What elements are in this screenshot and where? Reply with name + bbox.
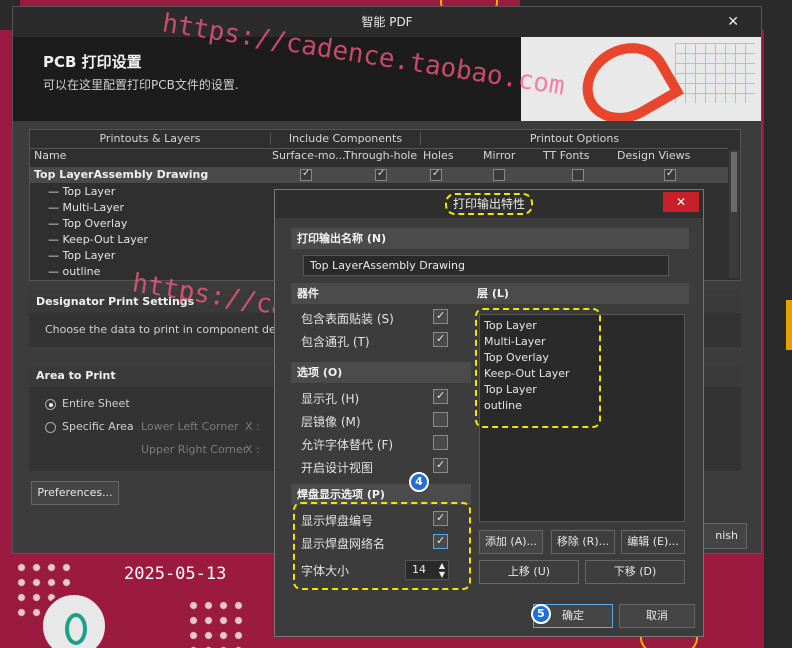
include-th-label: 包含通孔 (T)	[301, 335, 370, 349]
table-column-header: Name Surface-mo... Through-hole Holes Mi…	[30, 149, 728, 166]
x-label: X :	[245, 443, 260, 456]
layers-section-header: 层 (L)	[471, 283, 689, 304]
round-pad	[40, 592, 108, 648]
font-size-value: 14	[412, 563, 426, 576]
layer-name: Top Layer	[62, 185, 116, 198]
font-size-label: 字体大小	[301, 564, 350, 578]
pcb-gold-pad	[786, 300, 792, 350]
checkbox-tt-fonts[interactable]	[572, 169, 584, 181]
preferences-button[interactable]: Preferences...	[31, 481, 119, 505]
step-marker-5: 5	[531, 604, 551, 624]
group-header-printouts: Printouts & Layers	[99, 132, 201, 145]
radio-icon[interactable]	[45, 398, 56, 410]
highlight-box	[475, 308, 601, 428]
close-icon[interactable]: ✕	[727, 7, 739, 37]
include-smd-checkbox[interactable]	[433, 309, 448, 324]
scrollbar-thumb[interactable]	[731, 152, 737, 212]
layer-name: Top Layer	[62, 249, 116, 262]
printout-name-input[interactable]: Top LayerAssembly Drawing	[303, 255, 669, 276]
cancel-button[interactable]: 取消	[619, 604, 695, 628]
checkbox-design-views[interactable]	[664, 168, 676, 181]
table-scrollbar[interactable]	[729, 150, 739, 278]
move-up-button[interactable]: 上移 (U)	[479, 560, 579, 584]
close-icon[interactable]: ✕	[663, 192, 699, 212]
components-section-header: 器件	[291, 283, 471, 304]
pdf-logo-icon	[568, 37, 684, 121]
col-surface-mount[interactable]: Surface-mo...	[272, 149, 346, 162]
font-substitution-label: 允许字体替代 (F)	[301, 438, 394, 452]
pcb-via-grid	[186, 598, 246, 648]
schematic-graphic	[675, 43, 755, 103]
options-section-header: 选项 (O)	[291, 362, 471, 383]
checkbox-through-hole[interactable]	[375, 168, 387, 181]
group-header-options: Printout Options	[420, 132, 728, 145]
add-layer-button[interactable]: 添加 (A)...	[479, 530, 543, 554]
x-label: X :	[245, 420, 260, 433]
stepper-arrows-icon[interactable]: ▲ ▼	[439, 561, 445, 579]
move-down-button[interactable]: 下移 (D)	[585, 560, 685, 584]
checkbox-surface-mount[interactable]	[300, 168, 312, 181]
show-holes-label: 显示孔 (H)	[301, 392, 360, 406]
remove-layer-button[interactable]: 移除 (R)...	[551, 530, 615, 554]
upper-right-label: Upper Right Corner	[141, 443, 248, 456]
col-mirror[interactable]: Mirror	[483, 149, 515, 162]
layer-name: Keep-Out Layer	[62, 233, 149, 246]
show-pad-numbers-label: 显示焊盘编号	[301, 514, 374, 528]
show-pad-numbers-checkbox[interactable]	[433, 511, 448, 526]
col-tt-fonts[interactable]: TT Fonts	[543, 149, 589, 162]
layer-name: Top Overlay	[62, 217, 128, 230]
include-smd-label: 包含表面贴装 (S)	[301, 312, 394, 326]
design-view-label: 开启设计视图	[301, 461, 374, 475]
show-holes-checkbox[interactable]	[433, 389, 448, 404]
props-titlebar: 打印输出特性 ✕	[275, 190, 703, 218]
printout-name: Top LayerAssembly Drawing	[34, 168, 209, 181]
dialog-titlebar: 智能 PDF ✕	[13, 7, 761, 37]
layer-name: Multi-Layer	[62, 201, 125, 214]
group-header-components: Include Components	[270, 132, 420, 145]
col-design-views[interactable]: Design Views	[617, 149, 690, 162]
show-pad-nets-checkbox[interactable]	[433, 534, 448, 549]
pad-zero-icon	[65, 613, 87, 645]
radio-icon[interactable]	[45, 421, 56, 433]
date-label: 2025-05-13	[124, 564, 227, 584]
table-row-root[interactable]: Top LayerAssembly Drawing	[30, 167, 728, 183]
layer-name: outline	[62, 265, 101, 278]
mirror-layers-checkbox[interactable]	[433, 412, 448, 427]
checkbox-mirror[interactable]	[493, 169, 505, 181]
name-section-header: 打印输出名称 (N)	[291, 228, 689, 249]
mirror-layers-label: 层镜像 (M)	[301, 415, 361, 429]
font-substitution-checkbox[interactable]	[433, 435, 448, 450]
lower-left-label: Lower Left Corner	[141, 420, 239, 433]
include-th-checkbox[interactable]	[433, 332, 448, 347]
col-holes[interactable]: Holes	[423, 149, 454, 162]
dialog-title: 智能 PDF	[361, 15, 413, 29]
font-size-stepper[interactable]: 14 ▲ ▼	[405, 560, 449, 580]
design-view-checkbox[interactable]	[433, 458, 448, 473]
show-pad-nets-label: 显示焊盘网络名	[301, 537, 386, 551]
printout-properties-dialog: 打印输出特性 ✕ 打印输出名称 (N) Top LayerAssembly Dr…	[274, 189, 704, 637]
col-name[interactable]: Name	[34, 149, 66, 162]
checkbox-holes[interactable]	[430, 168, 442, 181]
edit-layer-button[interactable]: 编辑 (E)...	[621, 530, 685, 554]
props-title: 打印输出特性	[444, 193, 533, 215]
col-through-hole[interactable]: Through-hole	[344, 149, 417, 162]
step-marker-4: 4	[409, 472, 429, 492]
table-group-header: Printouts & Layers Include Components Pr…	[30, 132, 728, 149]
